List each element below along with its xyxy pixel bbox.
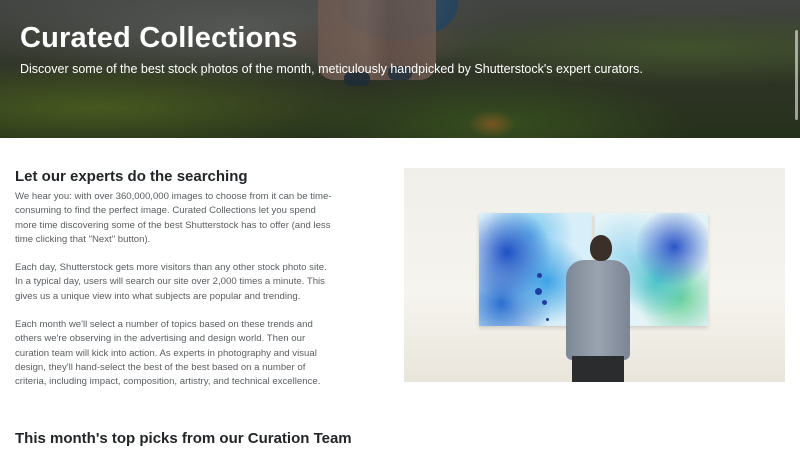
intro-heading: Let our experts do the searching bbox=[15, 168, 248, 185]
paint-drip bbox=[542, 300, 547, 305]
paint-drip bbox=[546, 318, 549, 321]
gallery-photo bbox=[404, 168, 785, 382]
paint-drip bbox=[537, 273, 542, 278]
page-subtitle: Discover some of the best stock photos o… bbox=[20, 62, 643, 76]
intro-paragraph: We hear you: with over 360,000,000 image… bbox=[15, 191, 332, 245]
paint-drip bbox=[535, 288, 542, 295]
page-title: Curated Collections bbox=[20, 22, 298, 54]
page-scrollbar[interactable] bbox=[795, 30, 798, 120]
man-figure-legs bbox=[572, 356, 624, 382]
intro-paragraph: Each day, Shutterstock gets more visitor… bbox=[15, 262, 327, 302]
man-figure-head bbox=[590, 235, 612, 261]
top-picks-heading: This month's top picks from our Curation… bbox=[15, 430, 352, 447]
intro-text-block: We hear you: with over 360,000,000 image… bbox=[15, 190, 337, 404]
hero-banner: Curated Collections Discover some of the… bbox=[0, 0, 800, 138]
intro-paragraph: Each month we'll select a number of topi… bbox=[15, 319, 321, 388]
man-figure-body bbox=[566, 260, 630, 360]
